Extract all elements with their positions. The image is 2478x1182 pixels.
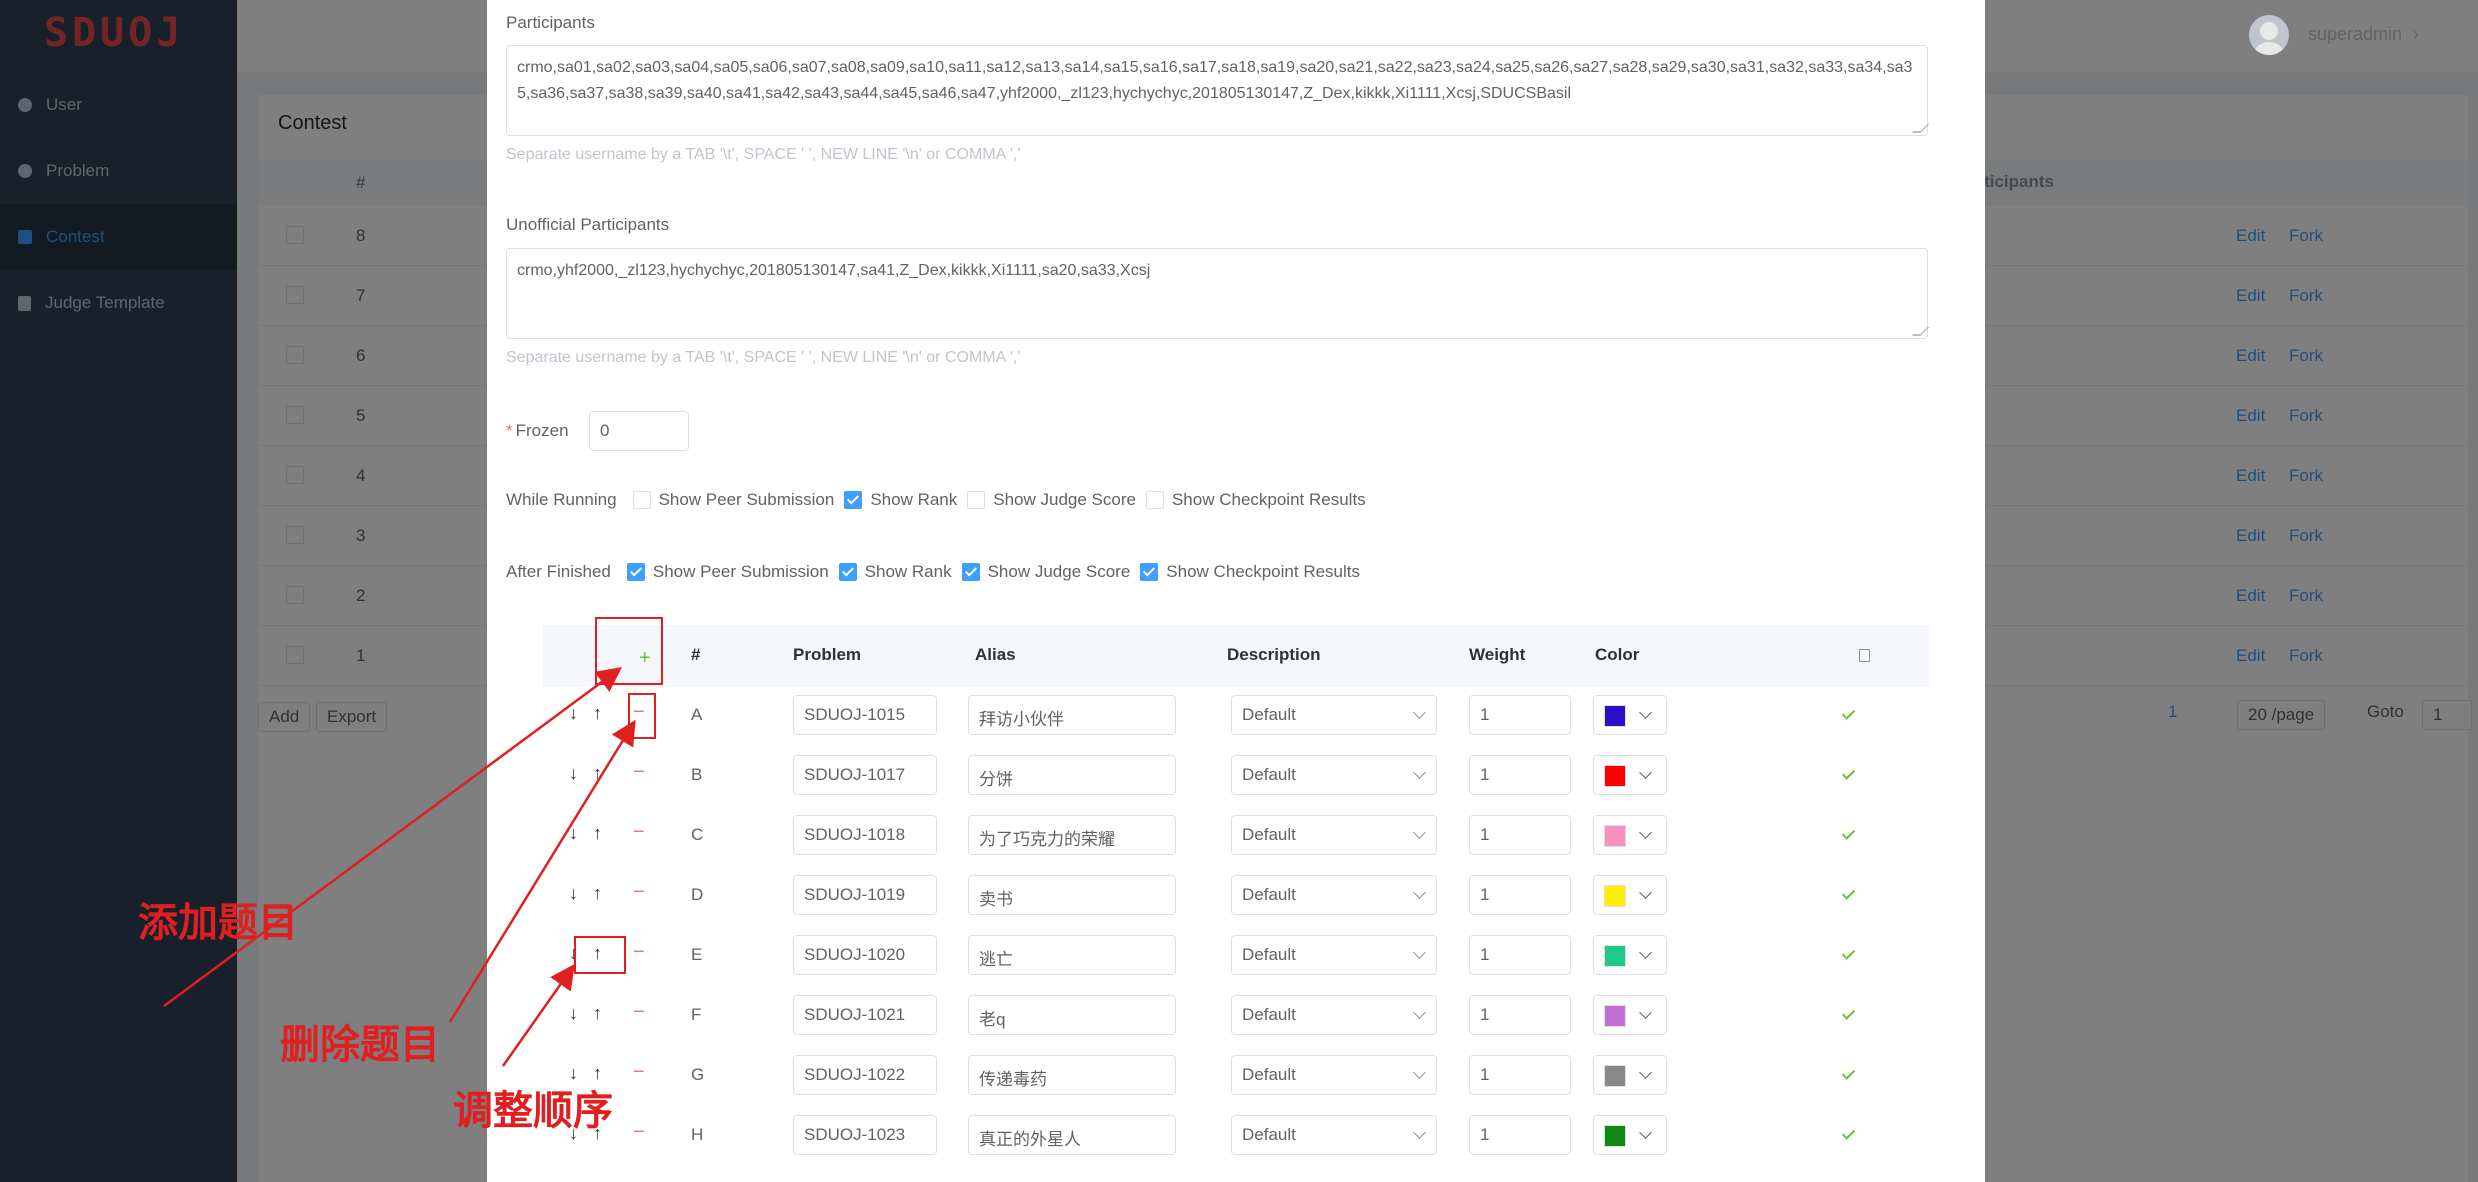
- annotation-box-add: [595, 617, 663, 685]
- annotation-box-reorder: [574, 936, 626, 974]
- annotation-delete-problem: 删除题目: [280, 1022, 440, 1068]
- annotation-reorder: 调整顺序: [453, 1088, 613, 1134]
- annotation-add-problem: 添加题目: [138, 900, 298, 946]
- arrow-to-add-button: [163, 667, 623, 1008]
- arrow-to-remove-button: [448, 719, 636, 1023]
- annotation-box-remove: [628, 693, 656, 739]
- arrow-to-reorder-buttons: [501, 963, 575, 1067]
- annotation-arrows: [163, 667, 636, 1067]
- add-problem-button[interactable]: +: [639, 647, 651, 670]
